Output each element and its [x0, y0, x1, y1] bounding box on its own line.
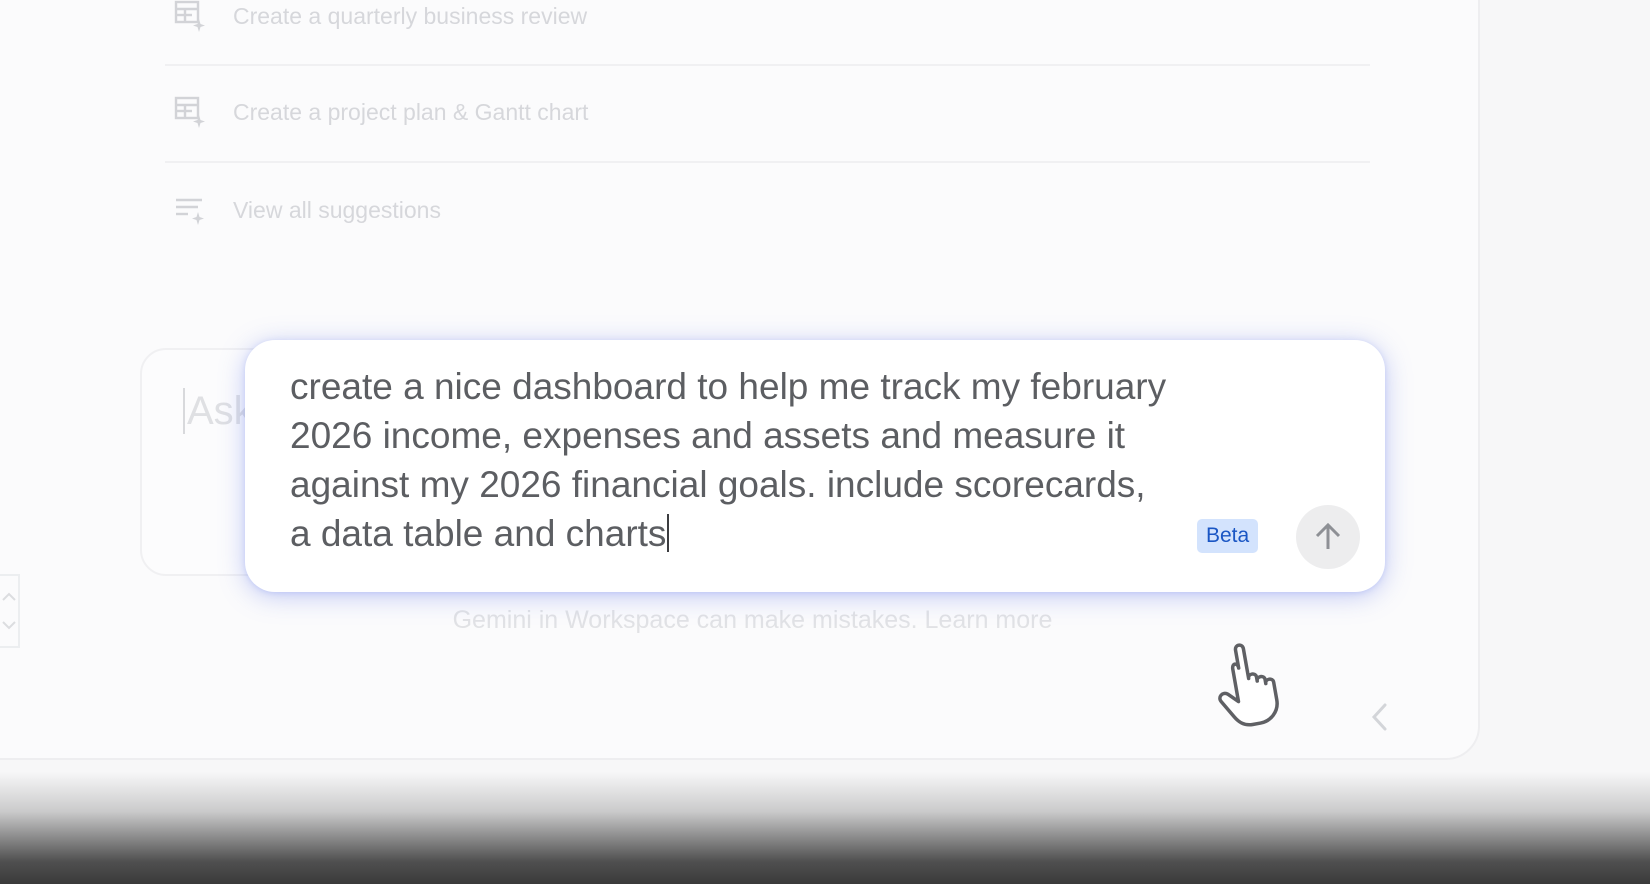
suggestion-view-all[interactable]: View all suggestions: [165, 180, 1370, 240]
chevron-left-icon[interactable]: [1365, 700, 1395, 734]
arrow-up-icon: [1315, 522, 1341, 549]
divider: [165, 161, 1370, 163]
suggestion-label: Create a quarterly business review: [233, 2, 588, 29]
prompt-text: create a nice dashboard to help me track…: [290, 366, 1167, 554]
disclaimer-text: Gemini in Workspace can make mistakes. L…: [452, 606, 1053, 634]
bottom-vignette: [0, 772, 1650, 884]
beta-badge: Beta: [1197, 519, 1259, 553]
table-sparkle-icon: [172, 94, 208, 130]
prompt-input-card[interactable]: create a nice dashboard to help me track…: [245, 340, 1385, 592]
input-placeholder: Ask: [183, 388, 254, 434]
suggestion-project-plan[interactable]: Create a project plan & Gantt chart: [165, 82, 1370, 142]
table-sparkle-icon: [172, 0, 208, 34]
list-sparkle-icon: [172, 192, 208, 228]
suggestion-label: View all suggestions: [233, 196, 441, 223]
prompt-input[interactable]: create a nice dashboard to help me track…: [290, 362, 1220, 558]
send-button[interactable]: [1296, 505, 1360, 569]
screen: Create a quarterly business review Creat…: [0, 0, 1650, 884]
divider: [165, 64, 1370, 66]
suggestion-quarterly-review[interactable]: Create a quarterly business review: [165, 0, 1370, 46]
text-caret: [667, 514, 670, 552]
suggestion-label: Create a project plan & Gantt chart: [233, 98, 589, 125]
pointer-hand-icon: [1212, 636, 1292, 728]
